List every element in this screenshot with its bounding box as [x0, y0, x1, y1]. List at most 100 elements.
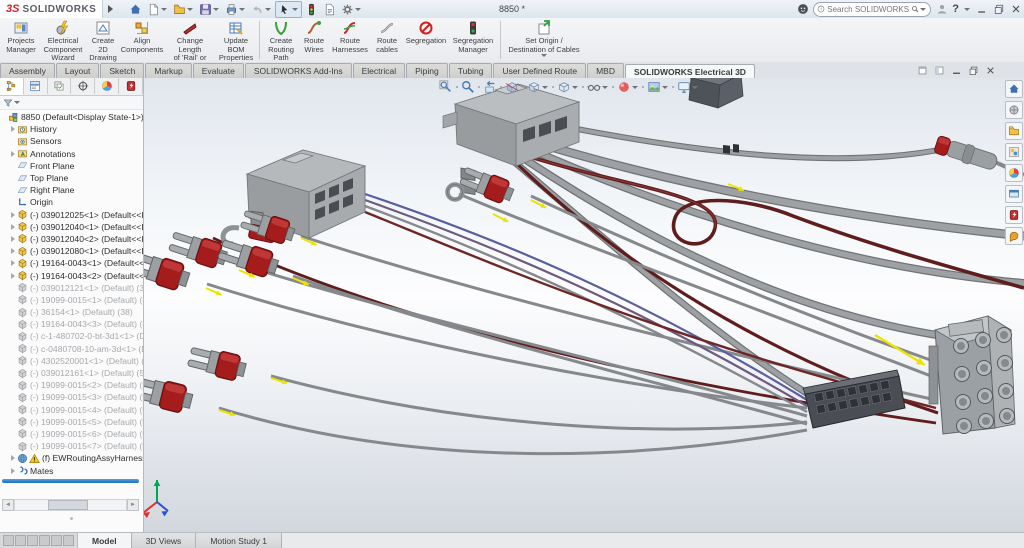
close-button[interactable]: [1009, 3, 1022, 16]
filter-funnel-icon[interactable]: [3, 98, 13, 108]
tree-item[interactable]: Front Plane: [0, 160, 143, 172]
task-pane-explorer-button[interactable]: [1005, 143, 1023, 161]
hide-view-button[interactable]: [587, 80, 609, 94]
prev-view-button[interactable]: [483, 80, 497, 94]
tree-item[interactable]: (f) EWRoutingAssyHarness_HB(: [0, 452, 143, 464]
expand-arrow-icon[interactable]: [11, 151, 15, 157]
manager-tab-property[interactable]: [24, 78, 48, 94]
scene-view-button[interactable]: [647, 80, 669, 94]
3d-viewport[interactable]: [143, 78, 1024, 532]
minimize-button[interactable]: [975, 3, 988, 16]
task-pane-library-button[interactable]: [1005, 122, 1023, 140]
tree-item[interactable]: (-) 4302520001<1> (Default) (48): [0, 355, 143, 367]
task-pane-forum-button[interactable]: [1005, 227, 1023, 245]
tab-piping[interactable]: Piping: [406, 63, 448, 78]
expand-arrow-icon[interactable]: [11, 126, 15, 132]
task-pane-appearances-button[interactable]: [1005, 164, 1023, 182]
projects-manager-button[interactable]: ProjectsManager: [2, 18, 40, 62]
tree-item[interactable]: (-) 039012040<1> (Default<<Default: [0, 221, 143, 233]
tab-electrical[interactable]: Electrical: [353, 63, 405, 78]
tree-item[interactable]: (-) 19164-0043<3> (Default) (39): [0, 318, 143, 330]
expand-arrow-icon[interactable]: [11, 468, 15, 474]
tree-item[interactable]: Mates: [0, 464, 143, 476]
segregation-button[interactable]: Segregation: [403, 18, 449, 62]
manager-tab-electrical[interactable]: [119, 78, 143, 94]
expand-arrow-icon[interactable]: [11, 248, 15, 254]
help-search-box[interactable]: ?: [813, 2, 931, 17]
manager-tab-dimxpert[interactable]: [71, 78, 95, 94]
task-pane-palette-button[interactable]: [1005, 185, 1023, 203]
task-pane-3dcc-button[interactable]: [1005, 101, 1023, 119]
ring-terminal[interactable]: [448, 185, 463, 200]
scroll-track[interactable]: [14, 499, 127, 511]
tree-item[interactable]: 8850 (Default<Display State-1>): [0, 111, 143, 123]
tree-item[interactable]: (-) 039012161<1> (Default) (51): [0, 367, 143, 379]
tree-item[interactable]: History: [0, 123, 143, 135]
expand-arrow-icon[interactable]: [11, 236, 15, 242]
tree-item[interactable]: (-) 039012121<1> (Default) (36): [0, 282, 143, 294]
rollback-bar[interactable]: [2, 479, 139, 483]
filter-dropdown-caret[interactable]: [14, 101, 20, 104]
tree-item[interactable]: (-) 039012080<1> (Default<<Default: [0, 245, 143, 257]
bottom-tab-motion-study-1[interactable]: Motion Study 1: [196, 533, 282, 548]
appearance-view-button[interactable]: [617, 80, 639, 94]
tab-sketch[interactable]: Sketch: [100, 63, 144, 78]
set-origin-destination-button[interactable]: Set Origin /Destination of Cables: [504, 18, 584, 62]
dc-close-button[interactable]: [984, 64, 996, 76]
bottom-tab-model[interactable]: Model: [78, 533, 132, 548]
tree-item[interactable]: (-) 19099-0015<2> (Default) (52): [0, 379, 143, 391]
expand-arrow-icon[interactable]: [11, 212, 15, 218]
tab-evaluate[interactable]: Evaluate: [193, 63, 244, 78]
task-pane-electrical-button[interactable]: [1005, 206, 1023, 224]
tree-item[interactable]: Origin: [0, 196, 143, 208]
tab-solidworks-add-ins[interactable]: SOLIDWORKS Add-Ins: [245, 63, 352, 78]
restore-button[interactable]: [992, 3, 1005, 16]
print-button[interactable]: [223, 2, 248, 17]
panel-splitter-handle[interactable]: [63, 516, 81, 520]
tree-item[interactable]: (-) 039012025<1> (Default<<Default: [0, 209, 143, 221]
tree-item[interactable]: Annotations: [0, 148, 143, 160]
expand-arrow-icon[interactable]: [11, 273, 15, 279]
tab-assembly[interactable]: Assembly: [0, 63, 55, 78]
tab-layout[interactable]: Layout: [56, 63, 100, 78]
connector-12pin[interactable]: [929, 316, 1015, 434]
section-view-button[interactable]: [505, 80, 519, 94]
home-button[interactable]: [127, 2, 144, 17]
manager-tab-display[interactable]: [95, 78, 119, 94]
tree-item[interactable]: (-) 19099-0015<3> (Default) (53): [0, 391, 143, 403]
tree-item[interactable]: (-) c-1-480702-0-bt-3d1<1> (Default: [0, 330, 143, 342]
dc-box2-button[interactable]: [933, 64, 945, 76]
route-harnesses-button[interactable]: RouteHarnesses: [329, 18, 371, 62]
cube-view-button[interactable]: [527, 80, 549, 94]
monitor-view-button[interactable]: [677, 80, 699, 94]
tree-filter-row[interactable]: [0, 96, 143, 110]
scroll-right-arrow[interactable]: ►: [127, 499, 139, 511]
cylindrical-terminal[interactable]: [933, 135, 999, 173]
create-2d-drawing-button[interactable]: Create2DDrawing: [86, 18, 120, 62]
scroll-thumb[interactable]: [48, 500, 88, 510]
tab-mbd[interactable]: MBD: [587, 63, 624, 78]
route-wires-button[interactable]: RouteWires: [299, 18, 329, 62]
select-arrow-button[interactable]: [275, 1, 302, 18]
tree-item[interactable]: (-) 19099-0015<7> (Default) (57): [0, 440, 143, 452]
help-dropdown-caret[interactable]: [964, 8, 970, 11]
tree-item[interactable]: (-) 19099-0015<6> (Default) (56): [0, 428, 143, 440]
new-doc-button[interactable]: [145, 2, 170, 17]
expand-arrow-icon[interactable]: [11, 224, 15, 230]
manager-tab-config[interactable]: [48, 78, 72, 94]
dc-min-button[interactable]: [950, 64, 962, 76]
tree-item[interactable]: (-) c-0480708-10-am-3d<1> (Default: [0, 343, 143, 355]
tab-markup[interactable]: Markup: [145, 63, 191, 78]
route-cables-button[interactable]: Routecables: [371, 18, 403, 62]
zoomarea-view-button[interactable]: [461, 80, 475, 94]
update-bom-button[interactable]: UpdateBOMProperties: [216, 18, 256, 62]
tree-item[interactable]: (-) 19099-0015<5> (Default) (55): [0, 416, 143, 428]
tree-item[interactable]: (-) 039012040<2> (Default<<Default: [0, 233, 143, 245]
tree-item[interactable]: (-) 36154<1> (Default) (38): [0, 306, 143, 318]
change-length-button[interactable]: Change Lengthof 'Rail' or'Duct': [164, 18, 216, 62]
zoomfit-view-button[interactable]: [439, 80, 453, 94]
menu-flyout-arrow[interactable]: [105, 2, 115, 16]
tree-item[interactable]: Right Plane: [0, 184, 143, 196]
community-icon[interactable]: [796, 3, 809, 16]
create-routing-path-button[interactable]: CreateRoutingPath: [263, 18, 299, 62]
